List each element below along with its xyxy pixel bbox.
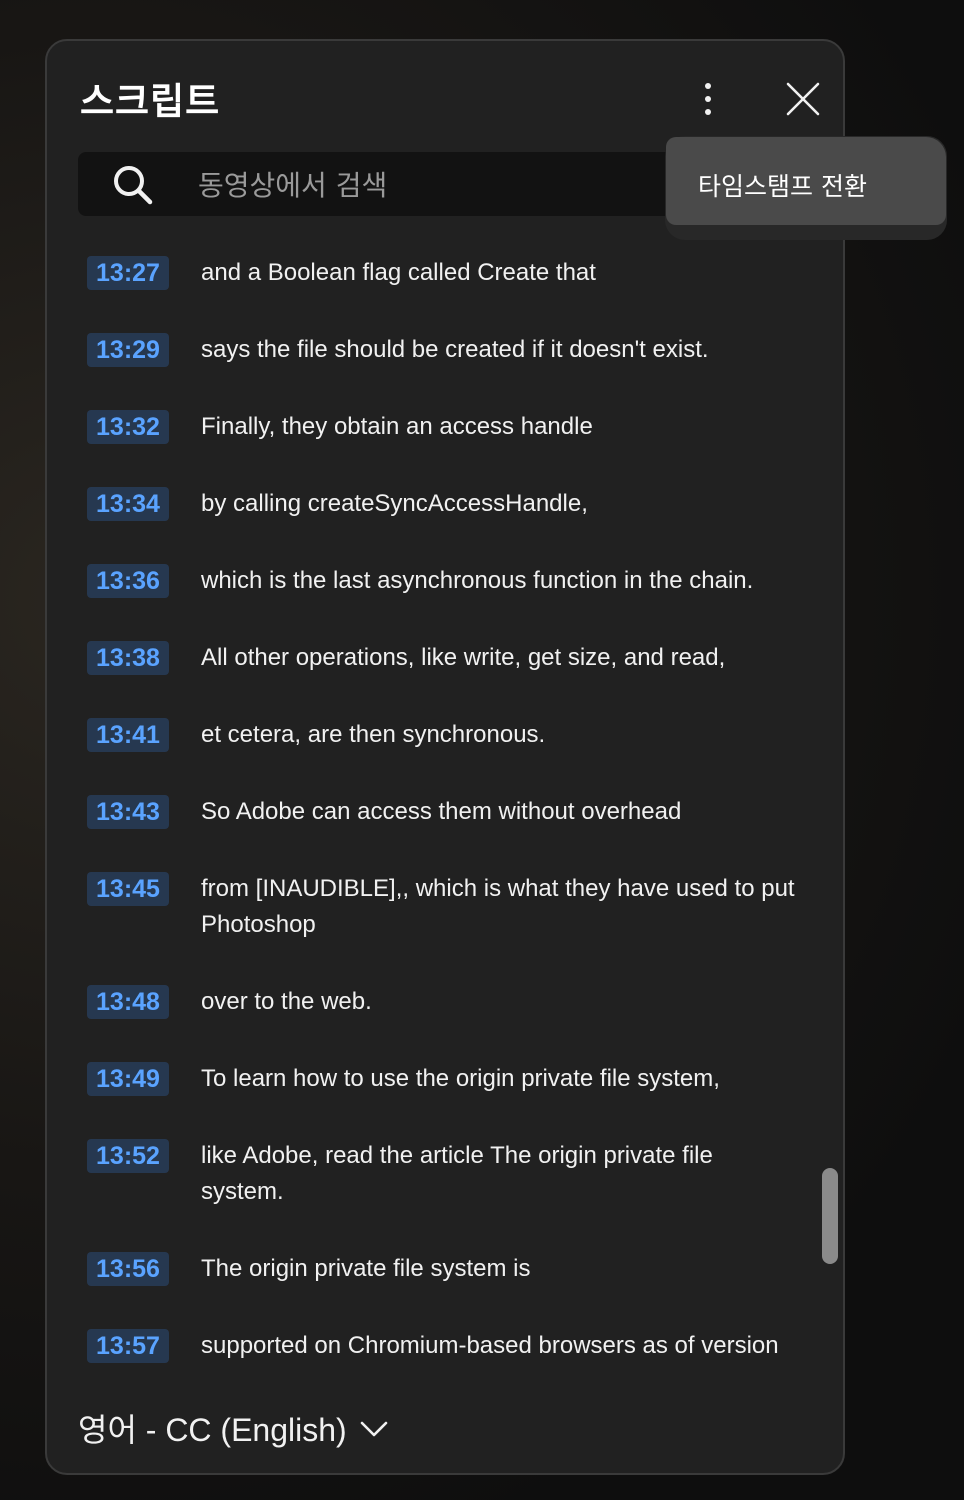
transcript-panel: 스크립트 13:27 and a Boolean flag called Crea… xyxy=(45,39,845,1475)
timestamp-chip[interactable]: 13:52 xyxy=(87,1139,169,1173)
scrollbar-thumb[interactable] xyxy=(822,1168,838,1264)
timestamp-chip[interactable]: 13:36 xyxy=(87,564,169,598)
timestamp-chip[interactable]: 13:32 xyxy=(87,410,169,444)
timestamp-chip[interactable]: 13:49 xyxy=(87,1062,169,1096)
search-icon[interactable] xyxy=(112,164,154,206)
segment-text: The origin private file system is xyxy=(201,1255,531,1282)
toggle-timestamps-menu-item[interactable]: 타임스탬프 전환 xyxy=(698,167,867,203)
segment-text: over to the web. xyxy=(201,988,372,1015)
timestamp-chip[interactable]: 13:27 xyxy=(87,256,169,290)
segment-text: So Adobe can access them without overhea… xyxy=(201,798,682,825)
timestamp-chip[interactable]: 13:38 xyxy=(87,641,169,675)
segment-text: from [INAUDIBLE],, which is what they ha… xyxy=(201,875,795,938)
segment-text: which is the last asynchronous function … xyxy=(201,567,754,594)
timestamp-chip[interactable]: 13:43 xyxy=(87,795,169,829)
language-selector[interactable]: 영어 - CC (English) xyxy=(78,1405,389,1451)
timestamp-chip[interactable]: 13:34 xyxy=(87,487,169,521)
segment-text: supported on Chromium-based browsers as … xyxy=(201,1332,779,1359)
timestamp-chip[interactable]: 13:57 xyxy=(87,1329,169,1363)
segment-text: like Adobe, read the article The origin … xyxy=(201,1142,713,1205)
timestamp-chip[interactable]: 13:41 xyxy=(87,718,169,752)
language-label: 영어 - CC (English) xyxy=(78,1412,347,1448)
segment-text: et cetera, are then synchronous. xyxy=(201,721,546,748)
segment-text: Finally, they obtain an access handle xyxy=(201,413,593,440)
segment-text: and a Boolean flag called Create that xyxy=(201,259,596,286)
more-options-icon[interactable] xyxy=(693,79,723,119)
close-icon[interactable] xyxy=(783,79,823,119)
segment-text: To learn how to use the origin private f… xyxy=(201,1065,720,1092)
timestamp-chip[interactable]: 13:29 xyxy=(87,333,169,367)
timestamp-chip[interactable]: 13:45 xyxy=(87,872,169,906)
options-menu: 타임스탬프 전환 xyxy=(666,137,946,225)
timestamp-chip[interactable]: 13:48 xyxy=(87,985,169,1019)
timestamp-chip[interactable]: 13:56 xyxy=(87,1252,169,1286)
chevron-down-icon xyxy=(359,1410,389,1447)
segment-text: says the file should be created if it do… xyxy=(201,336,709,363)
segment-text: by calling createSyncAccessHandle, xyxy=(201,490,588,517)
segment-text: All other operations, like write, get si… xyxy=(201,644,726,671)
panel-title: 스크립트 xyxy=(80,80,221,123)
